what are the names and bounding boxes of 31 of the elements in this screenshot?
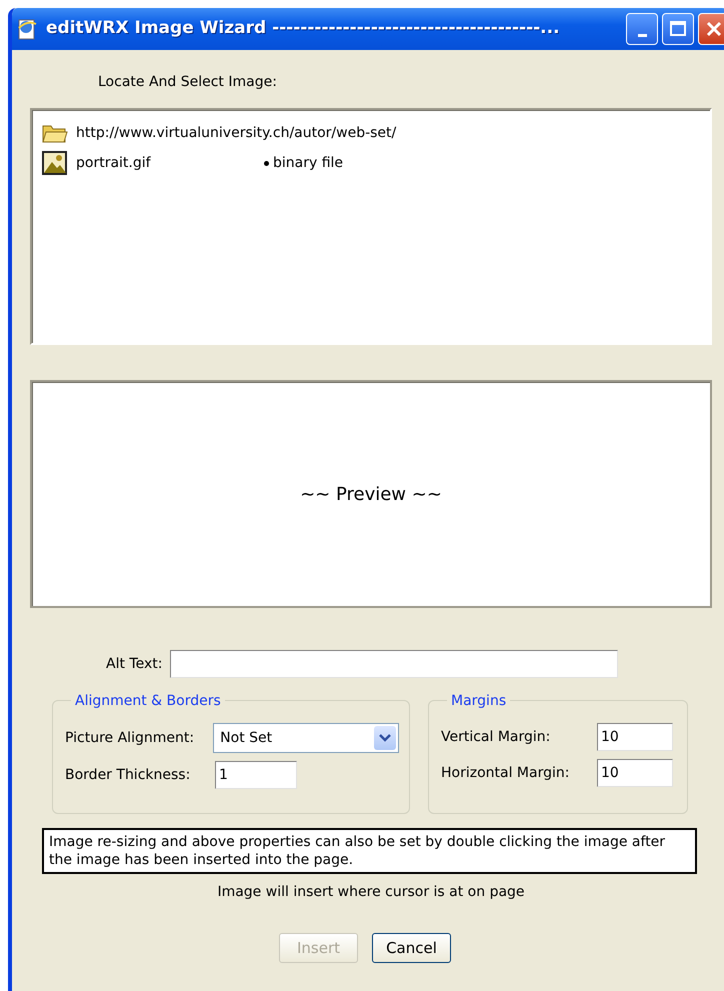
- field-label: Horizontal Margin:: [441, 764, 570, 782]
- info-note: Image re-sizing and above properties can also be set by double clicking the image after the image has been inserted into the page.: [42, 828, 697, 874]
- app-icon: [16, 17, 38, 41]
- maximize-icon: [668, 19, 688, 39]
- bullet-icon: [264, 160, 269, 166]
- insert-hint: Image will insert where cursor is at on page: [217, 884, 525, 900]
- dropdown-value: Not Set: [220, 728, 272, 748]
- field-label: Vertical Margin:: [441, 728, 552, 746]
- minimize-button[interactable]: [626, 13, 658, 45]
- border-thickness-field[interactable]: 1: [215, 761, 297, 789]
- dialog-button[interactable]: Cancel: [372, 933, 451, 964]
- preview-text: ~~ Preview ~~: [300, 482, 442, 506]
- alt-text-field[interactable]: [170, 650, 618, 678]
- minimize-icon: [638, 34, 646, 36]
- maximize-button[interactable]: [662, 13, 694, 45]
- margin-field[interactable]: 10: [597, 759, 673, 787]
- field-label: Border Thickness:: [65, 766, 192, 784]
- alt-text-label: Alt Text:: [106, 654, 162, 674]
- field-label: Picture Alignment:: [65, 728, 196, 748]
- close-icon: [704, 19, 724, 39]
- margin-field[interactable]: 10: [597, 723, 673, 751]
- window-title: editWRX Image Wizard --------------------------------------...: [46, 17, 560, 40]
- alignment-dropdown[interactable]: Not Set: [213, 723, 399, 753]
- image-file-icon: [42, 151, 68, 175]
- file-list[interactable]: http://www.virtualuniversity.ch/autor/web-set/ portrait.gif binary file: [30, 108, 712, 345]
- file-name[interactable]: portrait.gif: [76, 152, 256, 174]
- file-type: binary file: [273, 154, 344, 172]
- list-label: Locate And Select Image:: [98, 74, 277, 90]
- file-name[interactable]: http://www.virtualuniversity.ch/autor/web-set/: [76, 122, 396, 144]
- caret-icon[interactable]: [374, 726, 396, 750]
- close-button[interactable]: [698, 13, 724, 45]
